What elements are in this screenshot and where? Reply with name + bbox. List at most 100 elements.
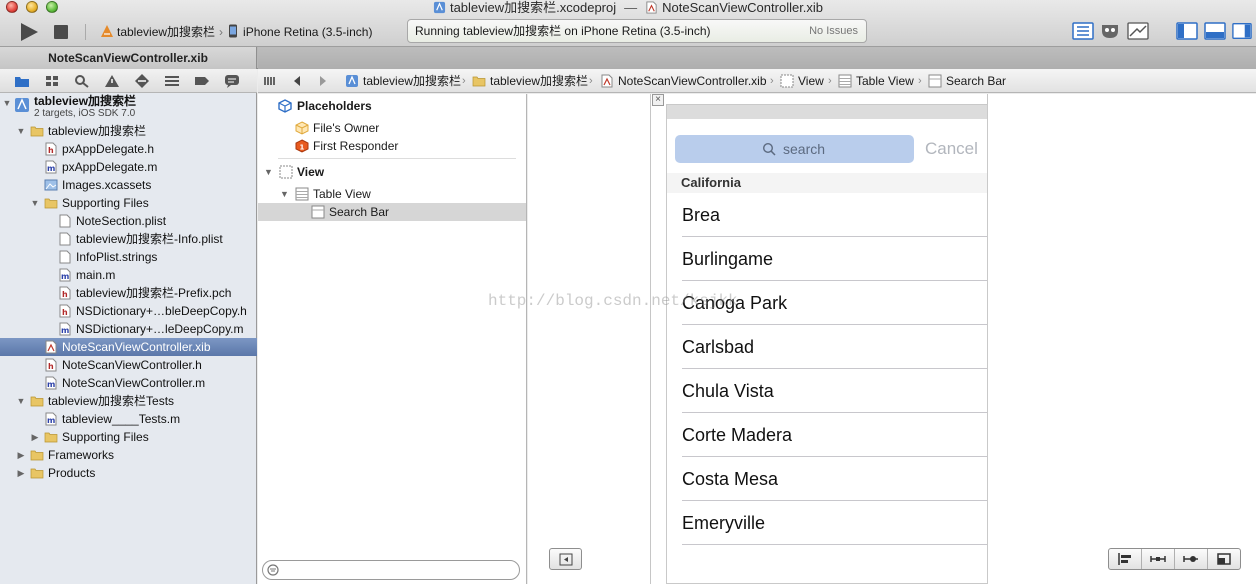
outline-search-bar-selected[interactable]: Search Bar (258, 203, 526, 221)
breadcrumb-view[interactable]: View (780, 69, 824, 93)
table-row[interactable]: Burlingame (667, 237, 987, 281)
breadcrumb-project[interactable]: tableview加搜索栏 (345, 69, 461, 93)
table-row[interactable]: Brea (667, 193, 987, 237)
tree-row-group-tests[interactable]: ▼ tableview加搜索栏Tests (0, 392, 257, 410)
symbol-navigator-tab[interactable] (44, 74, 60, 88)
tree-row-group-supporting[interactable]: ▼ Supporting Files (0, 194, 257, 212)
disclosure-open-icon[interactable]: ▼ (264, 163, 273, 181)
tree-row-file[interactable]: Images.xcassets (0, 176, 257, 194)
tree-row-file[interactable]: m main.m (0, 266, 257, 284)
tree-row-file[interactable]: h tableview加搜索栏-Prefix.pch (0, 284, 257, 302)
disclosure-open-icon[interactable]: ▼ (280, 185, 289, 203)
tree-label: NoteScanViewController.m (62, 376, 206, 390)
tree-row-file-selected[interactable]: NoteScanViewController.xib (0, 338, 257, 356)
breadcrumb-table-view[interactable]: Table View (838, 69, 914, 93)
tree-row-group-frameworks[interactable]: ▶ Frameworks (0, 446, 257, 464)
version-editor-button[interactable] (1127, 22, 1149, 40)
run-button[interactable] (18, 22, 40, 42)
stop-button[interactable] (52, 24, 70, 40)
tree-row-file[interactable]: m NoteScanViewController.m (0, 374, 257, 392)
tree-row-file[interactable]: h NSDictionary+…bleDeepCopy.h (0, 302, 257, 320)
breadcrumb-label: NoteScanViewController.xib (618, 74, 767, 88)
tree-row-file[interactable]: m tableview____Tests.m (0, 410, 257, 428)
align-button[interactable] (1109, 549, 1142, 569)
pin-button[interactable] (1142, 549, 1175, 569)
debug-navigator-tab[interactable] (164, 74, 180, 88)
outline-view[interactable]: ▼ View (258, 163, 526, 181)
tree-row-file[interactable]: m NSDictionary+…leDeepCopy.m (0, 320, 257, 338)
breakpoint-navigator-tab[interactable] (194, 74, 210, 88)
table-row[interactable]: Corte Madera (667, 413, 987, 457)
toggle-utilities-button[interactable] (1232, 22, 1252, 40)
svg-text:m: m (47, 164, 55, 173)
iphone-view[interactable]: search Cancel California Brea Burlingame… (666, 104, 988, 584)
disclosure-open-icon[interactable]: ▼ (2, 94, 12, 112)
project-icon (345, 72, 359, 87)
outline-label: Search Bar (329, 205, 390, 219)
toggle-debug-area-button[interactable] (1204, 22, 1226, 40)
table-row[interactable]: Emeryville (667, 501, 987, 545)
interface-builder-canvas: search Cancel California Brea Burlingame… (488, 94, 1256, 584)
tree-row-file[interactable]: h pxAppDelegate.h (0, 140, 257, 158)
tree-row-file[interactable]: m pxAppDelegate.m (0, 158, 257, 176)
toggle-navigator-button[interactable] (1176, 22, 1198, 40)
outline-first-responder[interactable]: 1 First Responder (258, 137, 526, 155)
close-scene-icon[interactable]: × (652, 94, 664, 106)
project-navigator-tab[interactable] (14, 74, 30, 88)
issue-navigator-tab[interactable] (104, 74, 120, 88)
disclosure-closed-icon[interactable]: ▶ (16, 464, 26, 482)
tree-label: NSDictionary+…bleDeepCopy.h (76, 304, 247, 318)
tree-row-project[interactable]: ▼ tableview加搜索栏 2 targets, iOS SDK 7.0 (0, 94, 257, 122)
search-field[interactable]: search (675, 135, 914, 163)
disclosure-open-icon[interactable]: ▼ (16, 392, 26, 410)
search-navigator-tab[interactable] (74, 74, 90, 88)
issues-status[interactable]: No Issues (809, 20, 858, 42)
tree-row-file[interactable]: tableview加搜索栏-Info.plist (0, 230, 257, 248)
table-row[interactable]: Chula Vista (667, 369, 987, 413)
tree-label: pxAppDelegate.m (62, 160, 158, 174)
standard-editor-button[interactable] (1072, 22, 1094, 40)
outline-table-view[interactable]: ▼ Table View (258, 185, 526, 203)
filter-icon (267, 564, 279, 576)
cancel-button[interactable]: Cancel (925, 135, 978, 163)
resolve-autolayout-button[interactable] (1175, 549, 1208, 569)
tree-row-group-main[interactable]: ▼ tableview加搜索栏 (0, 122, 257, 140)
outline-files-owner[interactable]: File's Owner (258, 119, 526, 137)
breadcrumb-group[interactable]: tableview加搜索栏 (472, 69, 588, 93)
log-navigator-tab[interactable] (224, 74, 240, 88)
resizing-behavior-button[interactable] (1208, 549, 1241, 569)
chevron-right-icon: › (770, 75, 774, 87)
back-arrow-icon[interactable] (292, 74, 302, 88)
scheme-selector[interactable]: tableview加搜索栏 › iPhone Retina (3.5-inch) (100, 24, 372, 40)
search-bar[interactable]: search Cancel (667, 119, 987, 173)
tree-row-file[interactable]: NoteSection.plist (0, 212, 257, 230)
test-navigator-tab[interactable] (134, 74, 150, 88)
related-items-icon[interactable] (264, 74, 276, 88)
forward-arrow-icon[interactable] (318, 74, 328, 88)
outline-filter-field[interactable] (262, 560, 520, 580)
breadcrumb-file[interactable]: NoteScanViewController.xib (600, 69, 767, 93)
table-row[interactable]: Costa Mesa (667, 457, 987, 501)
breadcrumb-label: Table View (856, 74, 914, 88)
navigator-pane-icon (1176, 22, 1198, 40)
assistant-editor-button[interactable] (1099, 22, 1121, 40)
tree-row-file[interactable]: InfoPlist.strings (0, 248, 257, 266)
activity-text: Running tableview加搜索栏 on iPhone Retina (… (415, 24, 711, 38)
tab-notescan-xib[interactable]: NoteScanViewController.xib (0, 47, 257, 69)
cell-label: Emeryville (682, 513, 766, 533)
breadcrumb-search-bar[interactable]: Search Bar (928, 69, 1006, 93)
folder-icon (44, 196, 58, 210)
tree-row-group-tests-supporting[interactable]: ▶ Supporting Files (0, 428, 257, 446)
tree-label: Supporting Files (62, 196, 149, 210)
toggle-outline-button[interactable] (549, 548, 582, 570)
table-row[interactable]: Carlsbad (667, 325, 987, 369)
table-row[interactable]: Canoga Park (667, 281, 987, 325)
disclosure-open-icon[interactable]: ▼ (16, 122, 26, 140)
disclosure-open-icon[interactable]: ▼ (30, 194, 40, 212)
tree-row-group-products[interactable]: ▶ Products (0, 464, 257, 482)
disclosure-closed-icon[interactable]: ▶ (16, 446, 26, 464)
svg-text:m: m (47, 416, 55, 425)
warning-icon (105, 75, 119, 87)
disclosure-closed-icon[interactable]: ▶ (30, 428, 40, 446)
tree-row-file[interactable]: h NoteScanViewController.h (0, 356, 257, 374)
